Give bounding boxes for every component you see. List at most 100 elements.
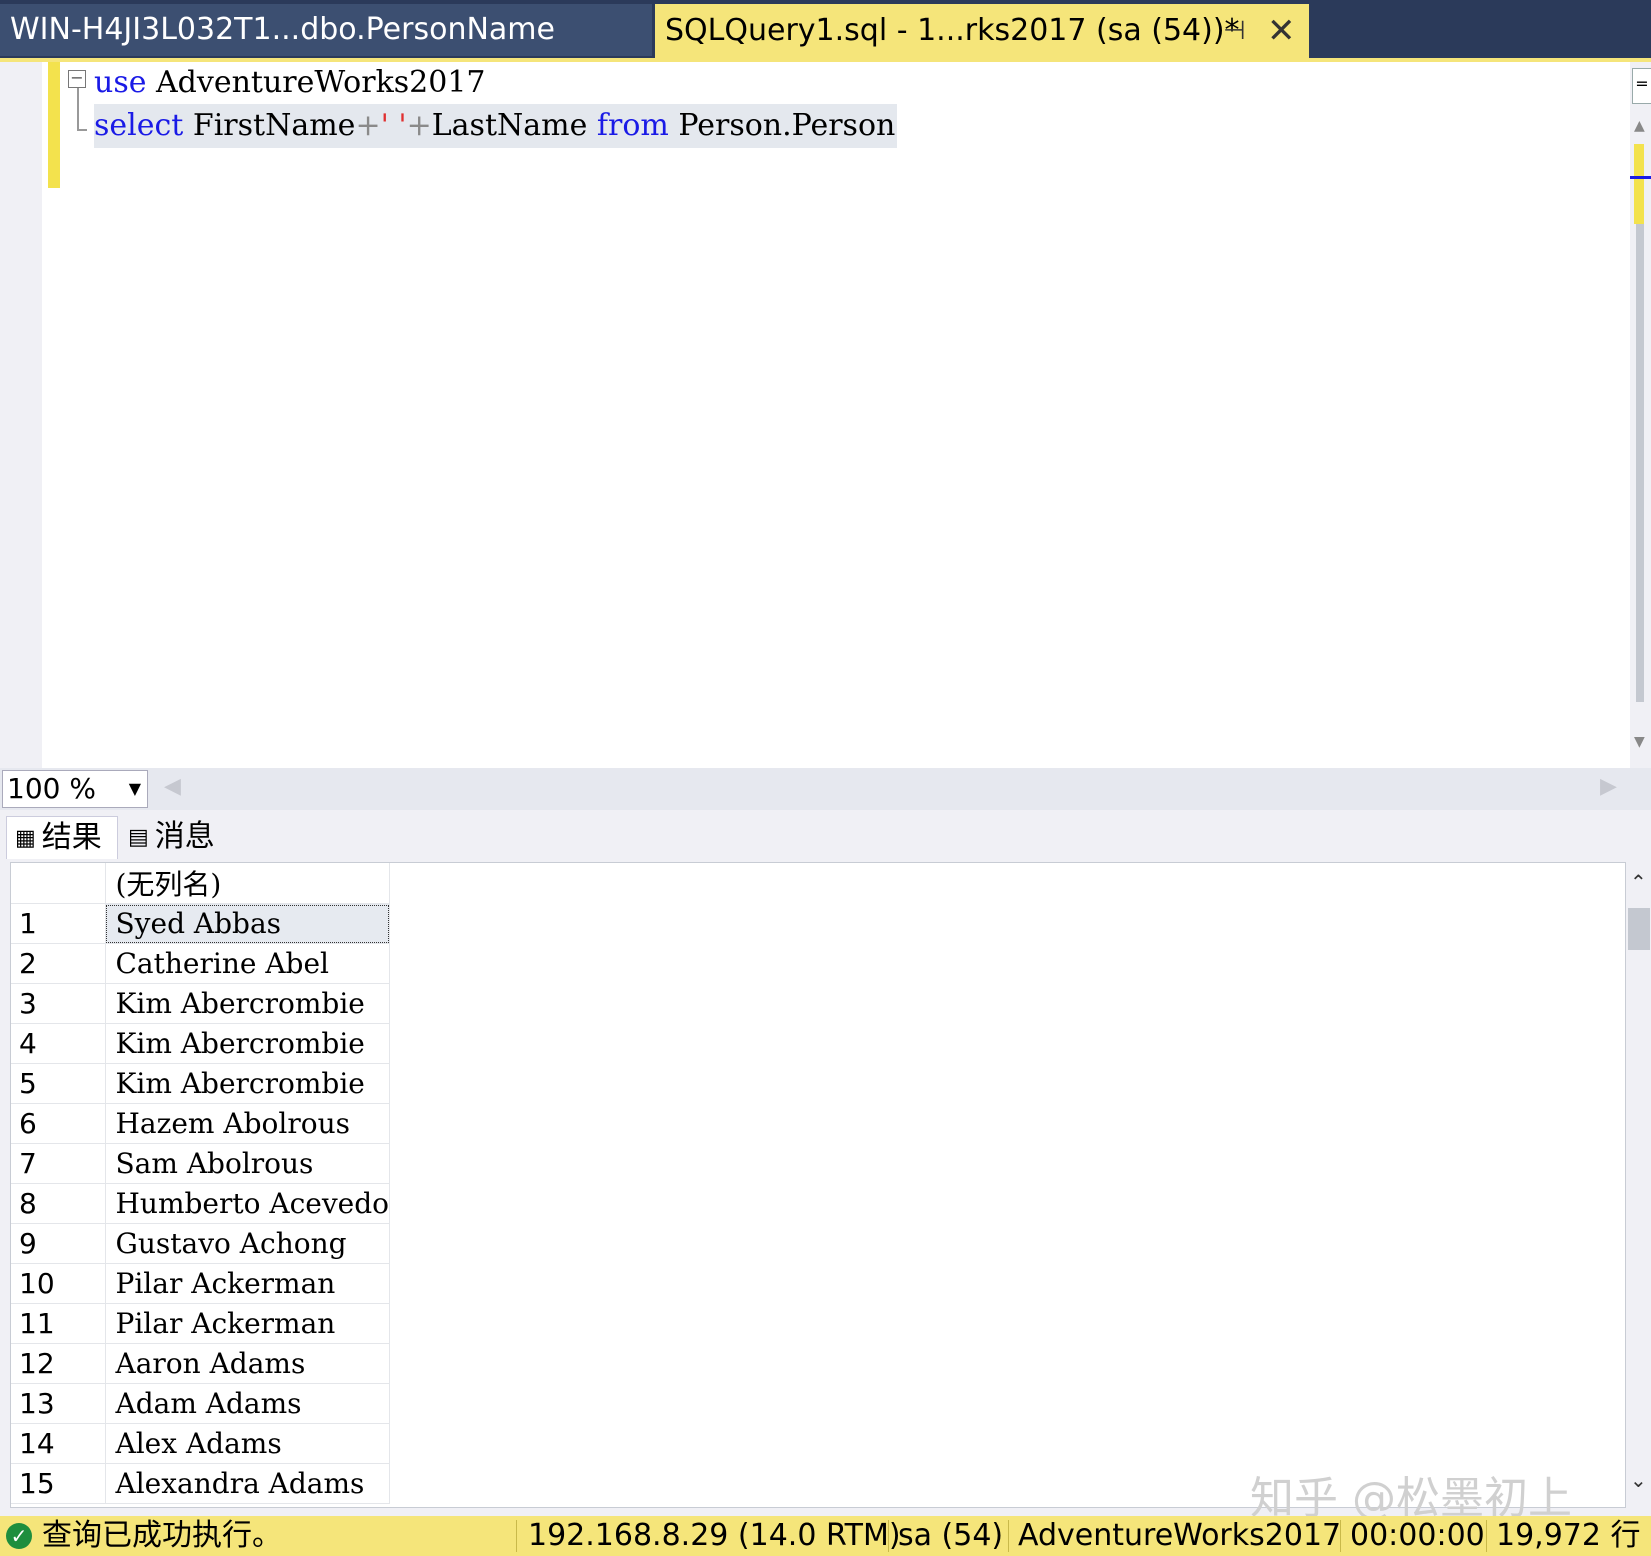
cell-value[interactable]: Alex Adams bbox=[105, 1423, 391, 1464]
zoom-value: 100 % bbox=[7, 772, 96, 805]
column-header[interactable]: (无列名) bbox=[105, 863, 391, 904]
row-number[interactable]: 11 bbox=[11, 1303, 106, 1344]
table-row[interactable]: 1 Syed Abbas bbox=[11, 903, 391, 944]
results-tab-strip: ▦ 结果 ▤ 消息 bbox=[0, 810, 1651, 859]
row-number[interactable]: 15 bbox=[11, 1463, 106, 1504]
row-number[interactable]: 1 bbox=[11, 903, 106, 944]
table-row[interactable]: 4 Kim Abercrombie bbox=[11, 1023, 391, 1064]
pin-icon[interactable]: ⊣ bbox=[1223, 4, 1246, 58]
status-message: 查询已成功执行。 bbox=[42, 1518, 282, 1553]
cell-value[interactable]: Adam Adams bbox=[105, 1383, 391, 1424]
table-row[interactable]: 14 Alex Adams bbox=[11, 1423, 391, 1464]
cell-value[interactable]: Pilar Ackerman bbox=[105, 1263, 391, 1304]
row-number[interactable]: 6 bbox=[11, 1103, 106, 1144]
table-name: Person.Person bbox=[668, 108, 896, 143]
cell-value[interactable]: Kim Abercrombie bbox=[105, 1063, 391, 1104]
collapse-icon[interactable]: − bbox=[68, 70, 86, 88]
row-number[interactable]: 10 bbox=[11, 1263, 106, 1304]
table-row[interactable]: 15 Alexandra Adams bbox=[11, 1463, 391, 1504]
outline-tick bbox=[77, 129, 87, 131]
scrollbar-thumb[interactable] bbox=[1628, 908, 1650, 950]
code-line-1[interactable]: use AdventureWorks2017 bbox=[94, 62, 486, 104]
zoom-select[interactable]: 100 % ▼ bbox=[2, 770, 148, 808]
table-row[interactable]: 3 Kim Abercrombie bbox=[11, 983, 391, 1024]
scroll-down-icon[interactable]: ⌄ bbox=[1630, 1468, 1647, 1492]
scroll-up-icon[interactable]: ⌃ bbox=[1630, 870, 1647, 894]
status-elapsed: 00:00:00 bbox=[1350, 1518, 1485, 1553]
table-row[interactable]: 13 Adam Adams bbox=[11, 1383, 391, 1424]
plus-operator: + bbox=[355, 108, 381, 143]
status-user: sa (54) bbox=[898, 1518, 1004, 1553]
status-divider bbox=[888, 1520, 889, 1552]
cell-value[interactable]: Kim Abercrombie bbox=[105, 983, 391, 1024]
row-number[interactable]: 7 bbox=[11, 1143, 106, 1184]
outline-line bbox=[77, 88, 79, 130]
table-row[interactable]: 11 Pilar Ackerman bbox=[11, 1303, 391, 1344]
table-row[interactable]: 9 Gustavo Achong bbox=[11, 1223, 391, 1264]
cell-value[interactable]: Sam Abolrous bbox=[105, 1143, 391, 1184]
table-row[interactable]: 6 Hazem Abolrous bbox=[11, 1103, 391, 1144]
cell-value[interactable]: Syed Abbas bbox=[105, 903, 391, 944]
change-tracking-bar bbox=[48, 62, 60, 188]
status-divider bbox=[1486, 1520, 1487, 1552]
query-editor[interactable]: − use AdventureWorks2017 select FirstNam… bbox=[0, 62, 1651, 768]
cell-value[interactable]: Alexandra Adams bbox=[105, 1463, 391, 1504]
table-row[interactable]: 2 Catherine Abel bbox=[11, 943, 391, 984]
status-rows: 19,972 行 bbox=[1496, 1518, 1641, 1553]
results-grid[interactable]: (无列名) 1 Syed Abbas 2 Catherine Abel 3 Kim Abe… bbox=[10, 862, 1626, 1508]
tab-messages[interactable]: ▤ 消息 bbox=[120, 816, 220, 858]
row-number[interactable]: 13 bbox=[11, 1383, 106, 1424]
chevron-down-icon[interactable]: ▼ bbox=[129, 771, 141, 807]
cell-value[interactable]: Pilar Ackerman bbox=[105, 1303, 391, 1344]
status-bar: ✓ 查询已成功执行。 192.168.8.29 (14.0 RTM) sa (5… bbox=[0, 1516, 1651, 1556]
row-number[interactable]: 9 bbox=[11, 1223, 106, 1264]
row-number[interactable]: 12 bbox=[11, 1343, 106, 1384]
tab-results[interactable]: ▦ 结果 bbox=[6, 816, 118, 859]
cell-value[interactable]: Aaron Adams bbox=[105, 1343, 391, 1384]
document-tab-strip: WIN-H4JI3L032T1...dbo.PersonName SQLQuer… bbox=[0, 0, 1651, 60]
table-row[interactable]: 8 Humberto Acevedo bbox=[11, 1183, 391, 1224]
messages-icon: ▤ bbox=[128, 824, 149, 850]
space-string-literal: ' ' bbox=[380, 108, 407, 143]
scroll-up-icon[interactable]: ▲ bbox=[1634, 118, 1645, 134]
table-row[interactable]: 5 Kim Abercrombie bbox=[11, 1063, 391, 1104]
grid-icon: ▦ bbox=[15, 825, 36, 851]
row-number[interactable]: 2 bbox=[11, 943, 106, 984]
scroll-down-icon[interactable]: ▼ bbox=[1634, 734, 1645, 750]
cell-value[interactable]: Hazem Abolrous bbox=[105, 1103, 391, 1144]
table-row[interactable]: 7 Sam Abolrous bbox=[11, 1143, 391, 1184]
tab-personname[interactable]: WIN-H4JI3L032T1...dbo.PersonName bbox=[0, 4, 652, 56]
scroll-left-icon[interactable]: ◀ bbox=[164, 774, 181, 799]
tab-results-label: 结果 bbox=[41, 820, 102, 855]
row-number[interactable]: 8 bbox=[11, 1183, 106, 1224]
row-number[interactable]: 3 bbox=[11, 983, 106, 1024]
row-number[interactable]: 4 bbox=[11, 1023, 106, 1064]
status-database: AdventureWorks2017 bbox=[1018, 1518, 1342, 1553]
close-icon[interactable]: ✕ bbox=[1267, 4, 1296, 58]
grid-vertical-scrollbar[interactable]: ⌃ ⌄ bbox=[1626, 862, 1651, 1506]
cell-value[interactable]: Catherine Abel bbox=[105, 943, 391, 984]
caret-marker bbox=[1630, 176, 1651, 179]
row-number[interactable]: 5 bbox=[11, 1063, 106, 1104]
editor-gutter bbox=[0, 62, 42, 768]
cell-value[interactable]: Humberto Acevedo bbox=[105, 1183, 391, 1224]
table-row[interactable]: 12 Aaron Adams bbox=[11, 1343, 391, 1384]
scroll-right-icon[interactable]: ▶ bbox=[1600, 774, 1617, 799]
status-divider bbox=[516, 1520, 517, 1552]
row-number-header[interactable] bbox=[11, 863, 106, 904]
cell-value[interactable]: Kim Abercrombie bbox=[105, 1023, 391, 1064]
table-row[interactable]: 10 Pilar Ackerman bbox=[11, 1263, 391, 1304]
tab-sqlquery1[interactable]: SQLQuery1.sql - 1...rks2017 (sa (54))* ⊣… bbox=[655, 4, 1309, 60]
scrollbar-thumb[interactable] bbox=[1636, 152, 1644, 702]
database-name: AdventureWorks2017 bbox=[146, 65, 486, 100]
change-marker bbox=[1634, 144, 1644, 224]
status-server: 192.168.8.29 (14.0 RTM) bbox=[528, 1518, 901, 1553]
editor-vertical-scrollbar[interactable]: = ▲ ▼ bbox=[1630, 62, 1651, 768]
split-icon[interactable]: = bbox=[1632, 68, 1651, 104]
tab-sqlquery1-label: SQLQuery1.sql - 1...rks2017 (sa (54))* bbox=[665, 13, 1240, 48]
row-number[interactable]: 14 bbox=[11, 1423, 106, 1464]
cell-value[interactable]: Gustavo Achong bbox=[105, 1223, 391, 1264]
status-divider bbox=[1008, 1520, 1009, 1552]
code-line-2[interactable]: select FirstName+' '+LastName from Perso… bbox=[94, 104, 898, 148]
keyword-from: from bbox=[596, 108, 669, 143]
